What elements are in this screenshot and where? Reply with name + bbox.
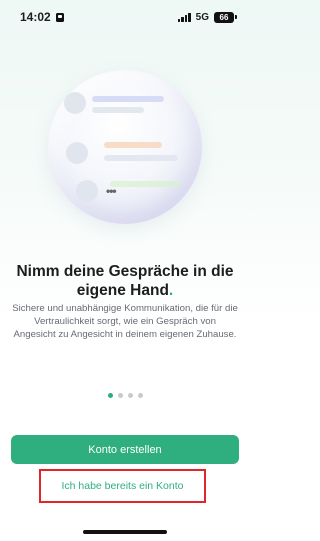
page-dot[interactable] [107, 393, 113, 398]
chat-illustration: ••• [48, 70, 202, 224]
avatar-placeholder [64, 92, 86, 114]
home-indicator[interactable] [83, 530, 167, 534]
message-line [92, 107, 144, 113]
create-account-button[interactable]: Konto erstellen [11, 435, 239, 464]
page-dot[interactable] [137, 393, 143, 398]
page-dot[interactable] [117, 393, 123, 398]
message-line [104, 142, 162, 148]
page-indicator [0, 393, 250, 398]
message-line [92, 96, 164, 102]
message-line [110, 181, 180, 187]
onboarding-title: Nimm deine Gespräche in die eigene Hand. [16, 263, 234, 299]
network-type: 5G [195, 11, 209, 23]
signal-strength-icon [177, 12, 191, 22]
page-dot[interactable] [127, 393, 133, 398]
onboarding-description: Sichere und unabhängige Kommunikation, d… [12, 303, 238, 340]
have-account-link[interactable]: Ich habe bereits ein Konto [39, 469, 206, 503]
avatar-placeholder [76, 180, 98, 202]
screen-lock-icon [55, 12, 64, 22]
message-line [104, 155, 178, 161]
status-time: 14:02 [20, 10, 51, 24]
avatar-placeholder [66, 142, 88, 164]
status-bar: 14:02 5G 66 [0, 0, 250, 34]
battery-icon: 66 [214, 11, 237, 23]
battery-level: 66 [219, 12, 229, 22]
